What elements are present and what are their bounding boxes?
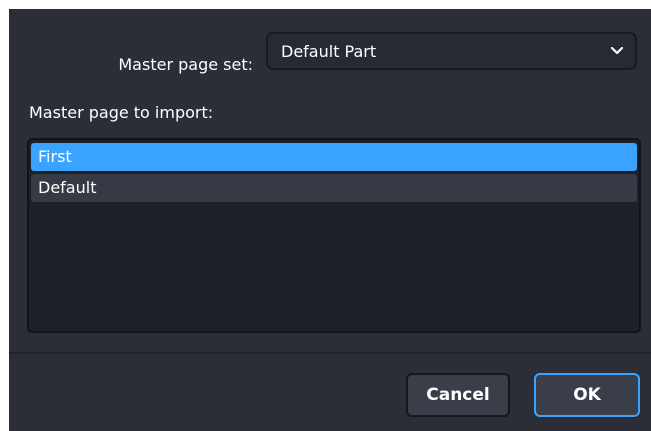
master-page-set-label: Master page set: xyxy=(118,55,253,74)
master-page-set-value: Default Part xyxy=(281,42,377,61)
master-page-to-import-label: Master page to import: xyxy=(29,103,214,122)
footer-divider xyxy=(9,352,651,354)
chevron-down-icon[interactable] xyxy=(611,47,623,55)
import-master-page-dialog: Master page set: Default Part Master pag… xyxy=(9,9,651,431)
list-item-first[interactable]: First xyxy=(31,143,637,171)
ok-button[interactable]: OK xyxy=(534,373,640,417)
master-page-set-select[interactable]: Default Part xyxy=(266,32,637,70)
master-page-list[interactable]: First Default xyxy=(27,138,641,333)
cancel-button[interactable]: Cancel xyxy=(406,373,510,417)
list-item-default[interactable]: Default xyxy=(31,174,637,202)
